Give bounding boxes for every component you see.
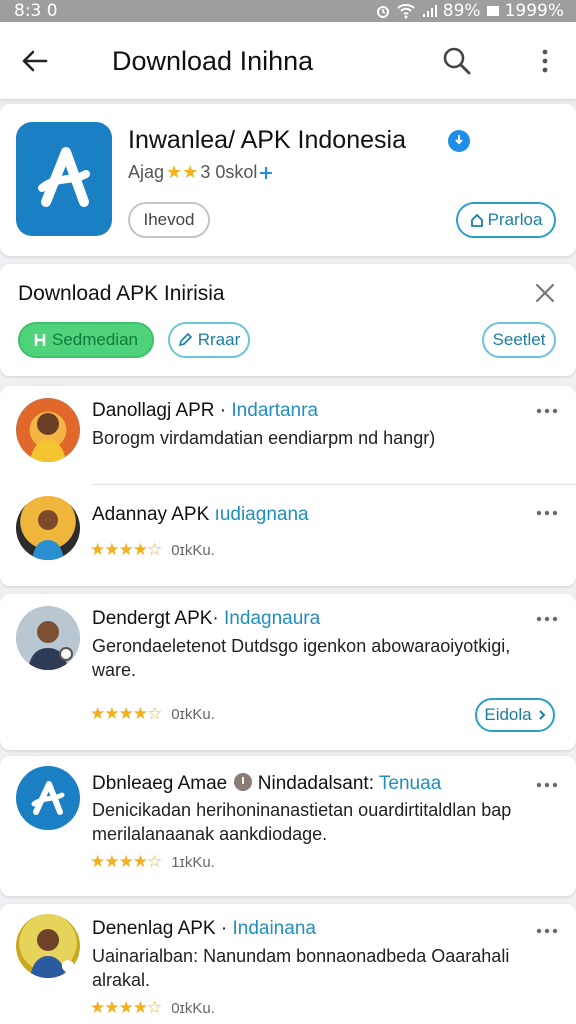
item-title-text: Dbnleaeg Amae xyxy=(92,773,228,794)
status-icons: 89% 1999% xyxy=(375,1,564,21)
home-icon xyxy=(470,213,483,227)
alarm-icon xyxy=(376,6,389,18)
item-tag[interactable]: Tenuaa xyxy=(379,773,441,794)
app-meta-text: 3 0skol xyxy=(200,162,258,182)
item-description: Uainarialban: Nanundam bonnaonadbeda Oaa… xyxy=(92,946,510,990)
item-rating: ★★★★☆ 0ɪkKu. xyxy=(90,704,215,724)
item-rating: ★★★★☆ 1ɪkKu. xyxy=(90,852,215,872)
battery-icon xyxy=(486,6,499,16)
preview-label: Prarloa xyxy=(487,210,543,229)
item-title-text: Dendergt APK· xyxy=(92,608,219,629)
back-arrow-icon[interactable] xyxy=(18,44,52,78)
rating-count: 0ɪkKu. xyxy=(171,705,215,723)
more-horiz-icon[interactable] xyxy=(536,614,558,624)
grid-icon xyxy=(34,334,46,346)
more-horiz-icon[interactable] xyxy=(536,406,558,416)
item-tag[interactable]: Indainana xyxy=(232,918,315,939)
app-meta-prefix: Ajag xyxy=(128,162,165,182)
edit-icon xyxy=(178,333,192,347)
status-time: 8:3 0 xyxy=(14,1,58,21)
feed-card: Denenlag APK · Indainana Uainarialban: N… xyxy=(0,904,576,1024)
item-title-secondary: Nindadalsant: xyxy=(257,773,374,794)
battery-percent: 89% xyxy=(442,1,481,21)
item-title: Dendergt APK· Indagnaura xyxy=(92,608,320,630)
app-meta: Ajag ★★ 3 0skol xyxy=(128,162,273,183)
item-title: Denenlag APK · Indainana xyxy=(92,918,316,940)
chevron-right-icon xyxy=(538,710,546,720)
more-horiz-icon[interactable] xyxy=(536,780,558,790)
feed-card: Dbnleaeg Amae Nindadalsant: Tenuaa Denic… xyxy=(0,756,576,896)
item-rating: ★★★★☆ 0ɪkKu. xyxy=(90,540,215,560)
rating-stars: ★★★★☆ xyxy=(90,540,162,559)
app-name: Inwanlea/ APK Indonesia xyxy=(128,126,406,154)
item-title: Dbnleaeg Amae Nindadalsant: Tenuaa xyxy=(92,772,441,795)
verified-badge-icon xyxy=(448,130,470,152)
details-label: Eidola xyxy=(484,705,532,724)
item-description: Borogm virdamdatian eendiarpm nd hangr) xyxy=(92,428,436,448)
item-title: Adannay APK ıudiagnana xyxy=(92,504,309,526)
divider xyxy=(92,484,576,485)
info-icon xyxy=(233,773,252,791)
wifi-icon xyxy=(397,4,415,19)
rating-stars: ★★★★☆ xyxy=(90,998,162,1017)
install-button[interactable]: Ihevod xyxy=(128,202,210,238)
item-description: Denicikadan herihoninanastietan ouardirt… xyxy=(92,800,512,844)
chip-label: Sedmedian xyxy=(51,330,138,349)
status-signal-text: 1999% xyxy=(504,1,564,21)
app-logo-icon xyxy=(38,147,90,207)
app-bar: Download Inihna xyxy=(0,22,576,100)
page-title: Download Inihna xyxy=(112,46,314,76)
avatar xyxy=(16,766,80,830)
close-icon[interactable] xyxy=(532,280,558,306)
rating-stars: ★★★★☆ xyxy=(90,704,162,723)
rating-stars: ★★ xyxy=(166,162,199,182)
item-description: Gerondaeletenot Dutdsgo igenkon abowarao… xyxy=(92,636,511,680)
more-horiz-icon[interactable] xyxy=(536,926,558,936)
avatar xyxy=(16,606,80,670)
filter-card: Download APK Inirisia Sedmedian Rraar Se… xyxy=(0,264,576,376)
status-bar: 8:3 0 89% 1999% xyxy=(0,0,576,22)
app-logo xyxy=(16,122,112,236)
item-tag[interactable]: ıudiagnana xyxy=(215,504,309,525)
signal-icon xyxy=(422,5,437,17)
more-horiz-icon[interactable] xyxy=(536,508,558,518)
avatar xyxy=(16,914,80,978)
preview-button[interactable]: Prarloa xyxy=(456,202,556,238)
rating-count: 0ɪkKu. xyxy=(171,999,215,1017)
chip-rraar[interactable]: Rraar xyxy=(168,322,250,358)
avatar xyxy=(16,398,80,462)
more-vert-icon[interactable] xyxy=(534,46,556,76)
item-title: Danollagj APR · Indartanra xyxy=(92,400,318,422)
rating-count: 0ɪkKu. xyxy=(171,541,215,559)
chip-seetlet[interactable]: Seetlet xyxy=(482,322,556,358)
avatar xyxy=(16,496,80,560)
chip-label: Rraar xyxy=(197,330,241,349)
item-rating: ★★★★☆ 0ɪkKu. xyxy=(90,998,215,1018)
item-tag[interactable]: Indartanra xyxy=(231,400,318,421)
item-tag[interactable]: Indagnaura xyxy=(224,608,320,629)
details-button[interactable]: Eidola xyxy=(475,698,555,732)
item-title-text: Adannay APK xyxy=(92,504,210,525)
item-title-text: Denenlag APK · xyxy=(92,918,228,939)
item-title-text: Danollagj APR · xyxy=(92,400,227,421)
rating-stars: ★★★★☆ xyxy=(90,852,162,871)
chip-label: Seetlet xyxy=(492,330,546,349)
feed-card: Dendergt APK· Indagnaura Gerondaeletenot… xyxy=(0,594,576,750)
search-icon[interactable] xyxy=(440,44,474,78)
feed-card: Danollagj APR · Indartanra Borogm virdam… xyxy=(0,386,576,586)
rating-count: 1ɪkKu. xyxy=(171,853,215,871)
sparkle-icon xyxy=(260,166,273,179)
filter-heading: Download APK Inirisia xyxy=(18,282,225,305)
chip-sedmedian[interactable]: Sedmedian xyxy=(18,322,154,358)
app-header-card: Inwanlea/ APK Indonesia Ajag ★★ 3 0skol … xyxy=(0,104,576,256)
